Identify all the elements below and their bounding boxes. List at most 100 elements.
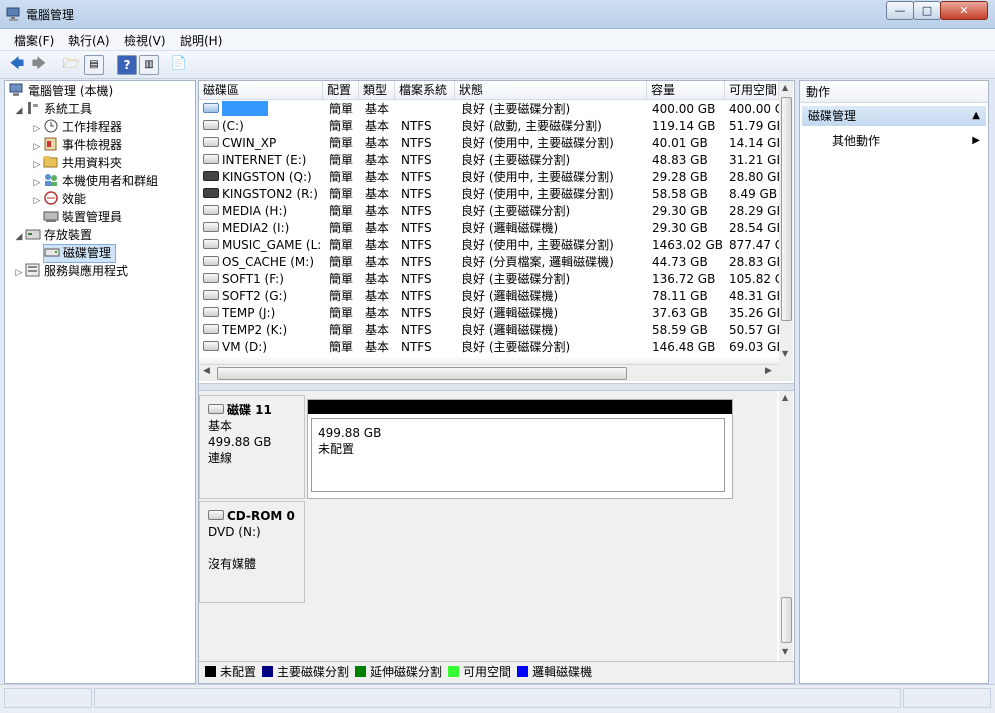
table-row[interactable]: 簡單基本 良好 (主要磁碟分割) 400.00 GB 400.00 GB — [199, 101, 779, 118]
forward-arrow-icon[interactable]: 🡆 — [30, 55, 48, 73]
volume-list-vertical-scrollbar[interactable]: ▲ ▼ — [779, 81, 793, 381]
column-header-status[interactable]: 狀態 — [455, 81, 647, 99]
column-header-free-space[interactable]: 可用空間 — [725, 81, 779, 99]
tree-item-local-users[interactable]: ▷ 本機使用者和群組 — [31, 173, 158, 190]
table-row[interactable]: MEDIA2 (I:) 簡單 基本 NTFS 良好 (邏輯磁碟機) 29.30 GB 28.… — [199, 220, 779, 237]
cell-volume: MEDIA (H:) — [203, 203, 321, 220]
expand-arrow-icon[interactable]: ▷ — [31, 121, 43, 138]
actions-section-disk-management[interactable]: 磁碟管理 ▲ — [802, 106, 986, 126]
table-row[interactable]: KINGSTON (Q:) 簡單 基本 NTFS 良好 (使用中, 主要磁碟分割) 29.… — [199, 169, 779, 186]
table-row[interactable]: (C:) 簡單 基本 NTFS 良好 (啟動, 主要磁碟分割) 119.14 GB 51.7… — [199, 118, 779, 135]
scroll-up-icon[interactable]: ▲ — [782, 83, 788, 92]
table-row[interactable]: MEDIA (H:) 簡單 基本 NTFS 良好 (主要磁碟分割) 29.30 GB 28.… — [199, 203, 779, 220]
disk-state: 連線 — [208, 451, 233, 465]
table-row[interactable]: TEMP2 (K:) 簡單 基本 NTFS 良好 (邏輯磁碟機) 58.59 GB 50.5… — [199, 322, 779, 339]
column-header-layout[interactable]: 配置 — [323, 81, 359, 99]
scroll-down-icon[interactable]: ▼ — [782, 349, 788, 358]
disk-11-label[interactable]: 磁碟 11 基本 499.88 GB 連線 — [199, 395, 305, 499]
collapse-up-icon[interactable]: ▲ — [972, 106, 980, 126]
cell-status: 良好 (主要磁碟分割) — [461, 102, 571, 116]
pane-splitter[interactable] — [199, 383, 794, 391]
table-row[interactable]: SOFT1 (F:) 簡單 基本 NTFS 良好 (主要磁碟分割) 136.72 GB 10… — [199, 271, 779, 288]
back-arrow-icon[interactable]: 🡄 — [8, 55, 26, 73]
up-folder-icon[interactable]: 🗁 — [62, 55, 80, 73]
more-actions-item[interactable]: 其他動作 ▶ — [832, 132, 982, 150]
cell-layout: 簡單 — [329, 119, 354, 133]
graph-vertical-scrollbar[interactable]: ▲ ▼ — [779, 391, 793, 661]
cell-volume: TEMP2 (K:) — [203, 322, 321, 339]
minimize-button[interactable]: — — [886, 1, 914, 20]
help-icon[interactable]: ? — [117, 55, 137, 75]
scroll-up-icon[interactable]: ▲ — [782, 393, 788, 402]
tree-item-services[interactable]: ▷ 服務與應用程式 — [13, 263, 128, 280]
horizontal-scrollbar[interactable]: ◀ ▶ — [199, 364, 779, 381]
expand-arrow-icon[interactable]: ▷ — [31, 175, 43, 192]
column-header-type[interactable]: 類型 — [359, 81, 395, 99]
menu-help[interactable]: 說明(H) — [180, 32, 222, 49]
cdrom-0-label[interactable]: CD-ROM 0 DVD (N:) 沒有媒體 — [199, 501, 305, 603]
tree-label: 磁碟管理 — [63, 246, 112, 260]
unallocated-partition[interactable]: 499.88 GB 未配置 — [311, 418, 725, 492]
status-panel — [903, 688, 991, 708]
volume-name: SOFT1 (F:) — [222, 272, 284, 286]
tree-item-shared-folders[interactable]: ▷ 共用資料夾 — [31, 155, 122, 172]
hard-disk-icon — [203, 324, 219, 334]
tree-item-device-manager[interactable]: 裝置管理員 — [43, 209, 122, 226]
cell-free-space: 28.80 GB — [729, 170, 779, 184]
tree-item-storage[interactable]: ◢ 存放裝置 — [13, 227, 92, 244]
vertical-scroll-thumb[interactable] — [781, 597, 792, 643]
tree-item-task-scheduler[interactable]: ▷ 工作排程器 — [31, 119, 122, 136]
close-button[interactable]: ✕ — [940, 1, 988, 20]
volume-name: MEDIA (H:) — [222, 204, 288, 218]
table-row[interactable]: KINGSTON2 (R:) 簡單 基本 NTFS 良好 (使用中, 主要磁碟分割) 58… — [199, 186, 779, 203]
column-header-volume[interactable]: 磁碟區 — [199, 81, 323, 99]
cdrom-icon — [208, 510, 224, 520]
expand-arrow-icon[interactable]: ▷ — [31, 139, 43, 156]
collapse-arrow-icon[interactable]: ◢ — [13, 103, 25, 120]
cell-layout: 簡單 — [329, 289, 354, 303]
expand-arrow-icon[interactable]: ▷ — [31, 157, 43, 174]
horizontal-scroll-thumb[interactable] — [217, 367, 627, 380]
scroll-right-icon[interactable]: ▶ — [765, 366, 772, 376]
status-panel — [94, 688, 901, 708]
tree-item-system-tools[interactable]: ◢ 系統工具 — [13, 101, 92, 118]
scroll-left-icon[interactable]: ◀ — [203, 366, 210, 376]
expand-arrow-icon[interactable]: ▷ — [13, 265, 25, 282]
table-row[interactable]: VM (D:) 簡單 基本 NTFS 良好 (主要磁碟分割) 146.48 GB 69.03… — [199, 339, 779, 356]
cell-filesystem: NTFS — [401, 204, 432, 218]
volume-name: (C:) — [222, 119, 244, 133]
table-row[interactable]: INTERNET (E:) 簡單 基本 NTFS 良好 (主要磁碟分割) 48.83 GB… — [199, 152, 779, 169]
column-header-filesystem[interactable]: 檔案系統 — [395, 81, 455, 99]
maximize-button[interactable]: □ — [913, 1, 941, 20]
scroll-down-icon[interactable]: ▼ — [782, 647, 788, 656]
collapse-arrow-icon[interactable]: ◢ — [13, 229, 25, 246]
column-header-capacity[interactable]: 容量 — [647, 81, 725, 99]
tree-item-disk-management[interactable]: 磁碟管理 — [43, 244, 117, 263]
table-row[interactable]: TEMP (J:) 簡單 基本 NTFS 良好 (邏輯磁碟機) 37.63 GB 35.26… — [199, 305, 779, 322]
cell-free-space: 28.83 GB — [729, 255, 779, 269]
cell-capacity: 58.59 GB — [652, 323, 708, 337]
cell-filesystem: NTFS — [401, 323, 432, 337]
tree-item-event-viewer[interactable]: ▷ 事件檢視器 — [31, 137, 122, 154]
table-row[interactable]: OS_CACHE (M:) 簡單 基本 NTFS 良好 (分頁檔案, 邏輯磁碟機) 44.… — [199, 254, 779, 271]
menu-view[interactable]: 檢視(V) — [124, 32, 166, 49]
properties-icon[interactable]: 📄 — [170, 55, 188, 73]
menu-file[interactable]: 檔案(F) — [14, 32, 54, 49]
table-row[interactable]: SOFT2 (G:) 簡單 基本 NTFS 良好 (邏輯磁碟機) 78.11 GB 48.3… — [199, 288, 779, 305]
table-row[interactable]: CWIN_XP 簡單 基本 NTFS 良好 (使用中, 主要磁碟分割) 40.01 GB 1… — [199, 135, 779, 152]
cell-capacity: 400.00 GB — [652, 102, 716, 116]
show-hide-action-pane-icon[interactable]: ▥ — [139, 55, 159, 75]
menu-action[interactable]: 執行(A) — [68, 32, 110, 49]
legend-label: 未配置 — [220, 665, 257, 679]
expand-arrow-icon[interactable]: ▷ — [31, 193, 43, 210]
menu-bar: 檔案(F) 執行(A) 檢視(V) 說明(H) — [0, 29, 995, 51]
cell-capacity: 29.30 GB — [652, 221, 708, 235]
vertical-scroll-thumb[interactable] — [781, 97, 792, 321]
table-row[interactable]: MUSIC_GAME (L:) 簡單 基本 NTFS 良好 (使用中, 主要磁碟分割) 1… — [199, 237, 779, 254]
tree-item-root[interactable]: 電腦管理 (本機) — [9, 83, 113, 100]
volume-name: CWIN_XP — [222, 136, 277, 150]
cell-status: 良好 (邏輯磁碟機) — [461, 306, 559, 320]
show-hide-tree-icon[interactable]: ▤ — [84, 55, 104, 75]
tree-item-performance[interactable]: ▷ 效能 — [31, 191, 86, 208]
services-icon — [25, 263, 41, 277]
